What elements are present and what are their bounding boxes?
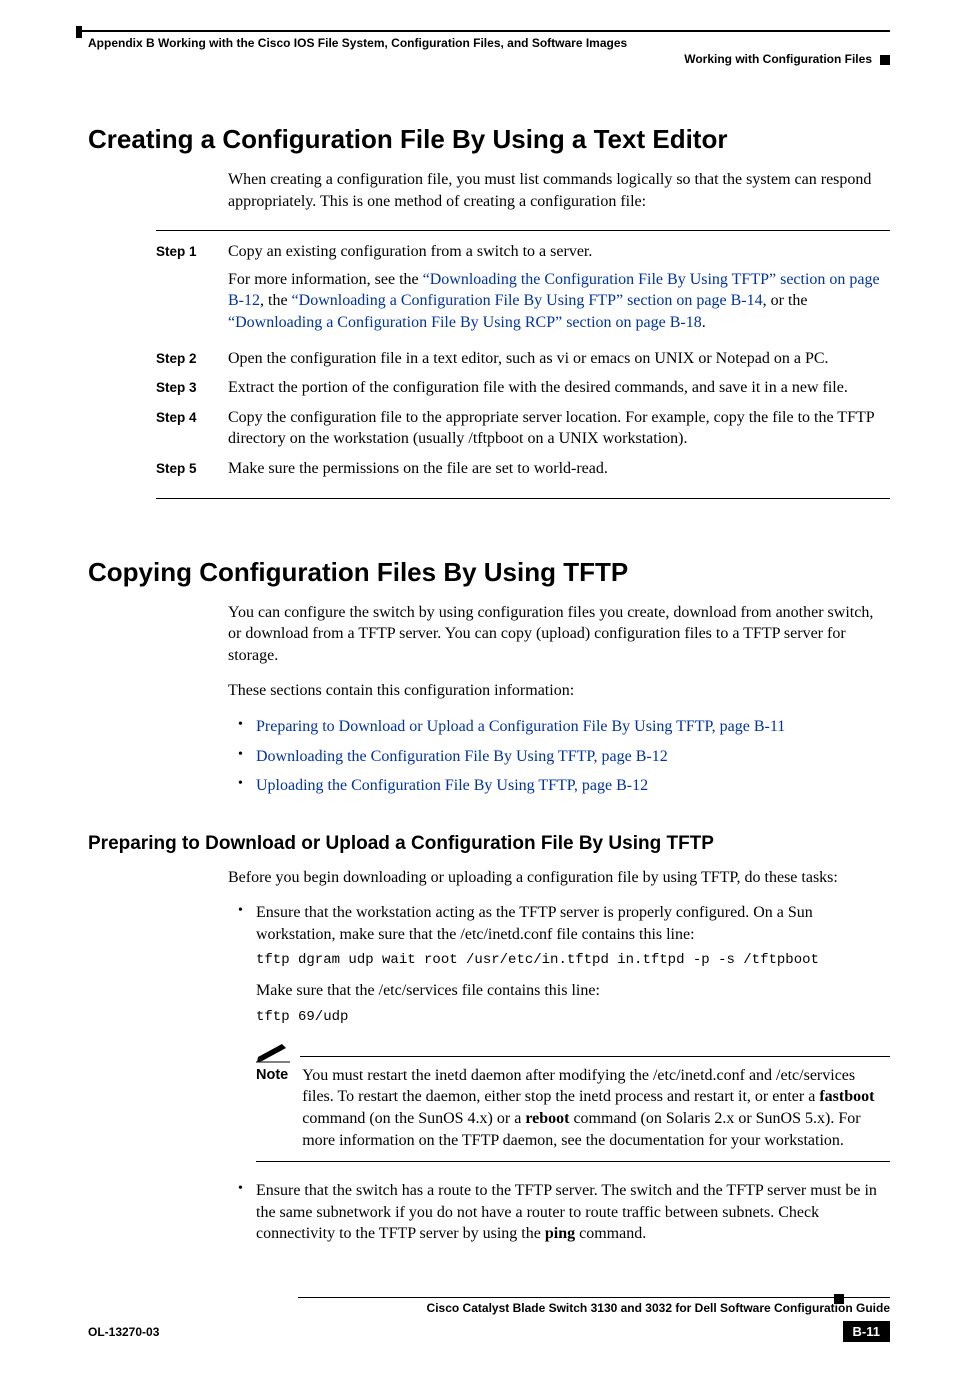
heading-creating-config: Creating a Configuration File By Using a… xyxy=(88,124,890,155)
step-text: For more information, see the “Downloadi… xyxy=(228,269,890,334)
step-label: Step 2 xyxy=(156,348,228,370)
note-label: Note xyxy=(256,1065,288,1151)
steps-end-rule xyxy=(156,498,890,499)
step-text: Open the configuration file in a text ed… xyxy=(228,348,890,370)
xref-download-tftp[interactable]: Downloading the Configuration File By Us… xyxy=(256,748,668,765)
xref-list: Preparing to Download or Upload a Config… xyxy=(88,716,890,797)
steps-start-rule xyxy=(156,230,890,231)
step-5: Step 5 Make sure the permissions on the … xyxy=(156,458,890,480)
step-label: Step 1 xyxy=(156,241,228,339)
step-text: Make sure the permissions on the file ar… xyxy=(228,458,890,480)
step-label: Step 3 xyxy=(156,377,228,399)
section-header: Working with Configuration Files xyxy=(82,52,890,66)
xref-ftp-download[interactable]: “Downloading a Configuration File By Usi… xyxy=(292,292,763,309)
page-header: Appendix B Working with the Cisco IOS Fi… xyxy=(82,30,890,66)
step-text: Copy an existing configuration from a sw… xyxy=(228,241,890,263)
heading-copying-tftp: Copying Configuration Files By Using TFT… xyxy=(88,557,890,588)
page-number: B-11 xyxy=(843,1321,890,1342)
body-paragraph: Before you begin downloading or uploadin… xyxy=(88,867,890,889)
body-paragraph: These sections contain this configuratio… xyxy=(88,680,890,702)
xref-upload-tftp[interactable]: Uploading the Configuration File By Usin… xyxy=(256,777,648,794)
bullet-text: Make sure that the /etc/services file co… xyxy=(256,980,890,1002)
step-4: Step 4 Copy the configuration file to th… xyxy=(156,407,890,450)
xref-rcp-download[interactable]: “Downloading a Configuration File By Usi… xyxy=(228,314,702,331)
xref-prepare-tftp[interactable]: Preparing to Download or Upload a Config… xyxy=(256,718,785,735)
note-icon xyxy=(256,1041,290,1063)
step-label: Step 5 xyxy=(156,458,228,480)
code-line: tftp dgram udp wait root /usr/etc/in.tft… xyxy=(256,951,890,970)
step-2: Step 2 Open the configuration file in a … xyxy=(156,348,890,370)
heading-preparing-tftp: Preparing to Download or Upload a Config… xyxy=(88,833,890,855)
code-line: tftp 69/udp xyxy=(256,1008,890,1027)
bullet-text: Ensure that the workstation acting as th… xyxy=(256,902,890,945)
footer-rule xyxy=(298,1297,890,1298)
note-text: You must restart the inetd daemon after … xyxy=(302,1065,890,1151)
list-item: Ensure that the workstation acting as th… xyxy=(238,902,890,1162)
body-paragraph: You can configure the switch by using co… xyxy=(88,602,890,667)
appendix-title: Appendix B Working with the Cisco IOS Fi… xyxy=(82,32,890,52)
footer-guide-title: Cisco Catalyst Blade Switch 3130 and 303… xyxy=(88,1301,890,1315)
step-1: Step 1 Copy an existing configuration fr… xyxy=(156,241,890,339)
step-label: Step 4 xyxy=(156,407,228,450)
list-item: Ensure that the switch has a route to th… xyxy=(238,1180,890,1245)
task-list: Ensure that the workstation acting as th… xyxy=(88,902,890,1245)
step-text: Extract the portion of the configuration… xyxy=(228,377,890,399)
step-3: Step 3 Extract the portion of the config… xyxy=(156,377,890,399)
intro-paragraph: When creating a configuration file, you … xyxy=(88,169,890,212)
footer-doc-id: OL-13270-03 xyxy=(88,1325,159,1339)
step-text: Copy the configuration file to the appro… xyxy=(228,407,890,450)
note-block: Note You must restart the inetd daemon a… xyxy=(256,1041,890,1162)
